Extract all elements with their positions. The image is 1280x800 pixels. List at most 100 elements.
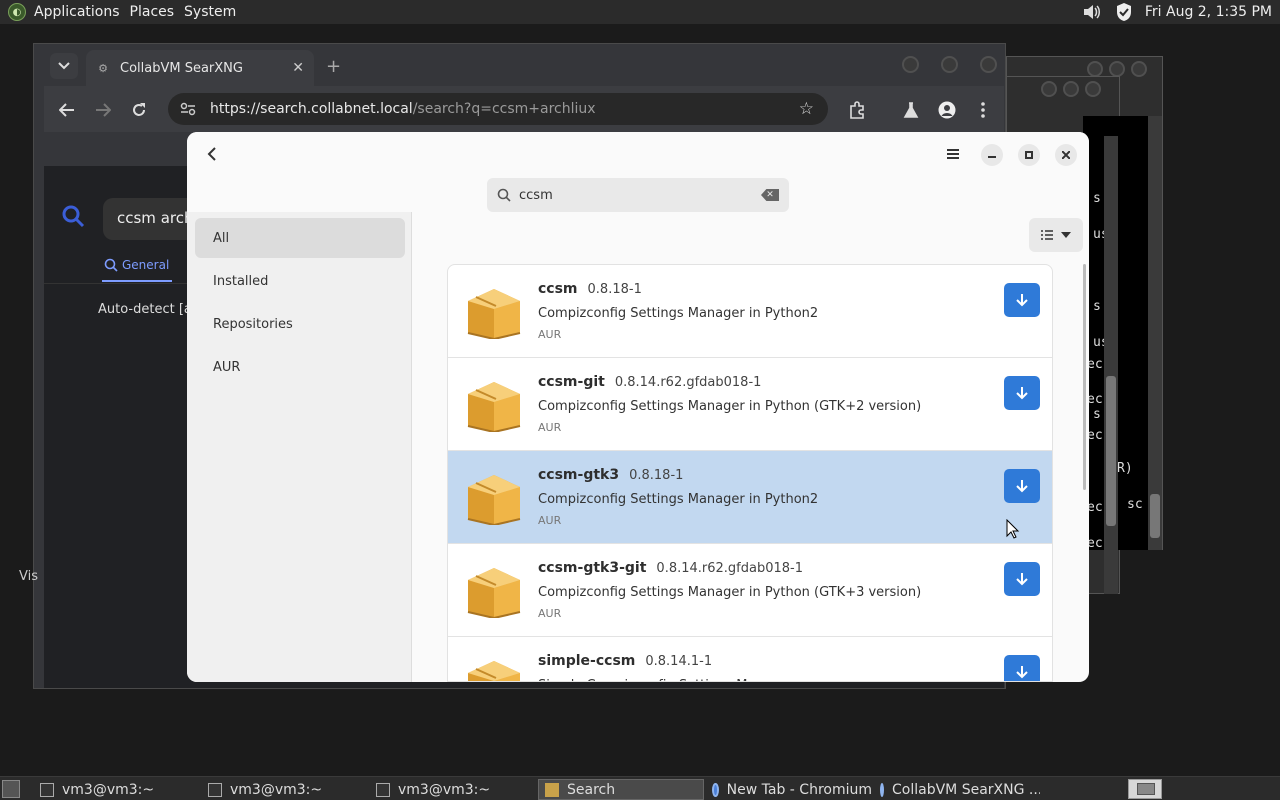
close-icon[interactable] [1131, 61, 1147, 77]
close-tab-icon[interactable]: ✕ [292, 60, 304, 76]
search-app-icon [545, 782, 559, 797]
download-arrow-icon [1016, 480, 1028, 493]
close-icon[interactable] [1055, 144, 1077, 166]
sidebar-item-installed[interactable]: Installed [195, 261, 405, 301]
forward-arrow-icon[interactable] [92, 99, 114, 121]
minimize-icon[interactable] [902, 56, 919, 73]
maximize-icon[interactable] [941, 56, 958, 73]
taskbar-item[interactable]: vm3@vm3:~ [370, 779, 536, 800]
package-version: 0.8.14.1-1 [645, 654, 713, 669]
back-arrow-icon[interactable] [56, 99, 78, 121]
chromium-icon [880, 782, 884, 797]
show-desktop-icon[interactable] [2, 780, 20, 798]
terminal-scrollbar[interactable] [1104, 136, 1118, 594]
menu-system[interactable]: System [182, 4, 244, 20]
terminal-line: ec [1087, 428, 1103, 443]
taskbar-item[interactable]: Search [538, 779, 704, 800]
taskbar-item[interactable]: CollabVM SearXNG ... [874, 779, 1040, 800]
reload-icon[interactable] [128, 99, 150, 121]
list-view-icon [1041, 230, 1053, 240]
terminal-scrollbar[interactable] [1148, 116, 1162, 550]
searxng-search-icon[interactable] [61, 204, 85, 234]
workspace-switcher[interactable] [1128, 779, 1162, 799]
new-tab-icon[interactable]: + [326, 56, 341, 77]
top-panel: ◐ Applications Places System Fri Aug 2, … [0, 0, 1280, 24]
extensions-icon[interactable] [846, 99, 868, 121]
package-row[interactable]: ccsm-gtk3-git 0.8.14.r62.gfdab018-1 Compiz… [448, 544, 1052, 637]
install-button[interactable] [1004, 376, 1040, 410]
search-value: ccsm [519, 187, 553, 203]
sidebar-item-all[interactable]: All [195, 218, 405, 258]
maximize-icon[interactable] [1018, 144, 1040, 166]
distro-logo-icon[interactable]: ◐ [8, 3, 26, 21]
package-search-input[interactable]: ccsm ✕ [487, 178, 789, 212]
taskbar-item-label: New Tab - Chromium [726, 781, 872, 798]
terminal-line: ec [1087, 392, 1103, 407]
package-box-icon [466, 281, 522, 341]
site-settings-icon[interactable] [180, 102, 196, 116]
list-scrollbar[interactable] [1083, 264, 1086, 490]
package-repo: AUR [538, 514, 562, 527]
package-name: ccsm 0.8.18-1 [538, 281, 642, 297]
shield-icon[interactable] [1113, 1, 1135, 23]
language-selector[interactable]: Auto-detect [au [98, 302, 188, 317]
package-box-icon [466, 374, 522, 434]
install-button[interactable] [1004, 283, 1040, 317]
close-icon[interactable] [980, 56, 997, 73]
mouse-cursor-icon [1006, 519, 1020, 539]
minimize-icon[interactable] [1087, 61, 1103, 77]
tab-title: CollabVM SearXNG [120, 60, 243, 76]
package-row[interactable]: ccsm-git 0.8.14.r62.gfdab018-1 Compizconfi… [448, 358, 1052, 451]
clock[interactable]: Fri Aug 2, 1:35 PM [1145, 4, 1272, 20]
close-icon[interactable] [1085, 81, 1101, 97]
install-button[interactable] [1004, 469, 1040, 503]
view-mode-button[interactable] [1029, 218, 1083, 252]
header-bar [187, 132, 1089, 178]
install-button[interactable] [1004, 562, 1040, 596]
active-tab-underline [102, 280, 172, 282]
package-row[interactable]: ccsm 0.8.18-1 Compizconfig Settings Manage… [448, 265, 1052, 358]
hamburger-menu-icon[interactable] [943, 144, 963, 164]
menu-places[interactable]: Places [128, 4, 183, 20]
sidebar-item-aur[interactable]: AUR [195, 347, 405, 387]
tab-search-button[interactable] [50, 53, 78, 79]
package-row[interactable]: ccsm-gtk3 0.8.18-1 Compizconfig Settings M… [448, 451, 1052, 544]
taskbar-item-label: vm3@vm3:~ [398, 781, 491, 798]
package-description: Compizconfig Settings Manager in Python2 [538, 492, 819, 507]
bookmark-star-icon[interactable]: ☆ [799, 99, 814, 119]
search-icon [497, 188, 511, 202]
taskbar-item[interactable]: vm3@vm3:~ [202, 779, 368, 800]
terminal-line: sc [1127, 497, 1143, 512]
download-arrow-icon [1016, 387, 1028, 400]
package-description: Compizconfig Settings Manager in Python … [538, 585, 922, 600]
back-button[interactable] [201, 143, 223, 165]
package-version: 0.8.14.r62.gfdab018-1 [656, 561, 803, 576]
package-name: simple-ccsm 0.8.14.1-1 [538, 653, 713, 669]
background-text: Vis [19, 569, 38, 584]
terminal-icon [376, 782, 390, 797]
menu-applications[interactable]: Applications [32, 4, 128, 20]
package-repo: AUR [538, 421, 562, 434]
package-version: 0.8.14.r62.gfdab018-1 [614, 375, 762, 390]
clear-search-icon[interactable]: ✕ [761, 189, 779, 201]
tab-general[interactable]: General [104, 258, 169, 272]
package-version: 0.8.18-1 [587, 282, 642, 297]
taskbar-item[interactable]: New Tab - Chromium [706, 779, 872, 800]
browser-menu-kebab-icon[interactable] [972, 99, 994, 121]
profile-avatar-icon[interactable] [936, 99, 958, 121]
package-repo: AUR [538, 328, 562, 341]
address-bar[interactable]: https://search.collabnet.local/search?q=… [168, 93, 828, 125]
maximize-icon[interactable] [1063, 81, 1079, 97]
package-manager-window[interactable]: ccsm ✕ All Installed Repositories AUR cc… [187, 132, 1089, 682]
volume-icon[interactable] [1081, 1, 1103, 23]
package-description: Compizconfig Settings Manager in Python2 [538, 306, 819, 321]
minimize-icon[interactable] [981, 144, 1003, 166]
labs-flask-icon[interactable] [900, 99, 922, 121]
browser-tab[interactable]: ⚙ CollabVM SearXNG ✕ [86, 50, 314, 86]
install-button[interactable] [1004, 655, 1040, 681]
package-row[interactable]: simple-ccsm0.8.14.1-1 Simple Compizconfig… [448, 637, 1052, 681]
sidebar-item-repositories[interactable]: Repositories [195, 304, 405, 344]
maximize-icon[interactable] [1109, 61, 1125, 77]
minimize-icon[interactable] [1041, 81, 1057, 97]
taskbar-item[interactable]: vm3@vm3:~ [34, 779, 200, 800]
